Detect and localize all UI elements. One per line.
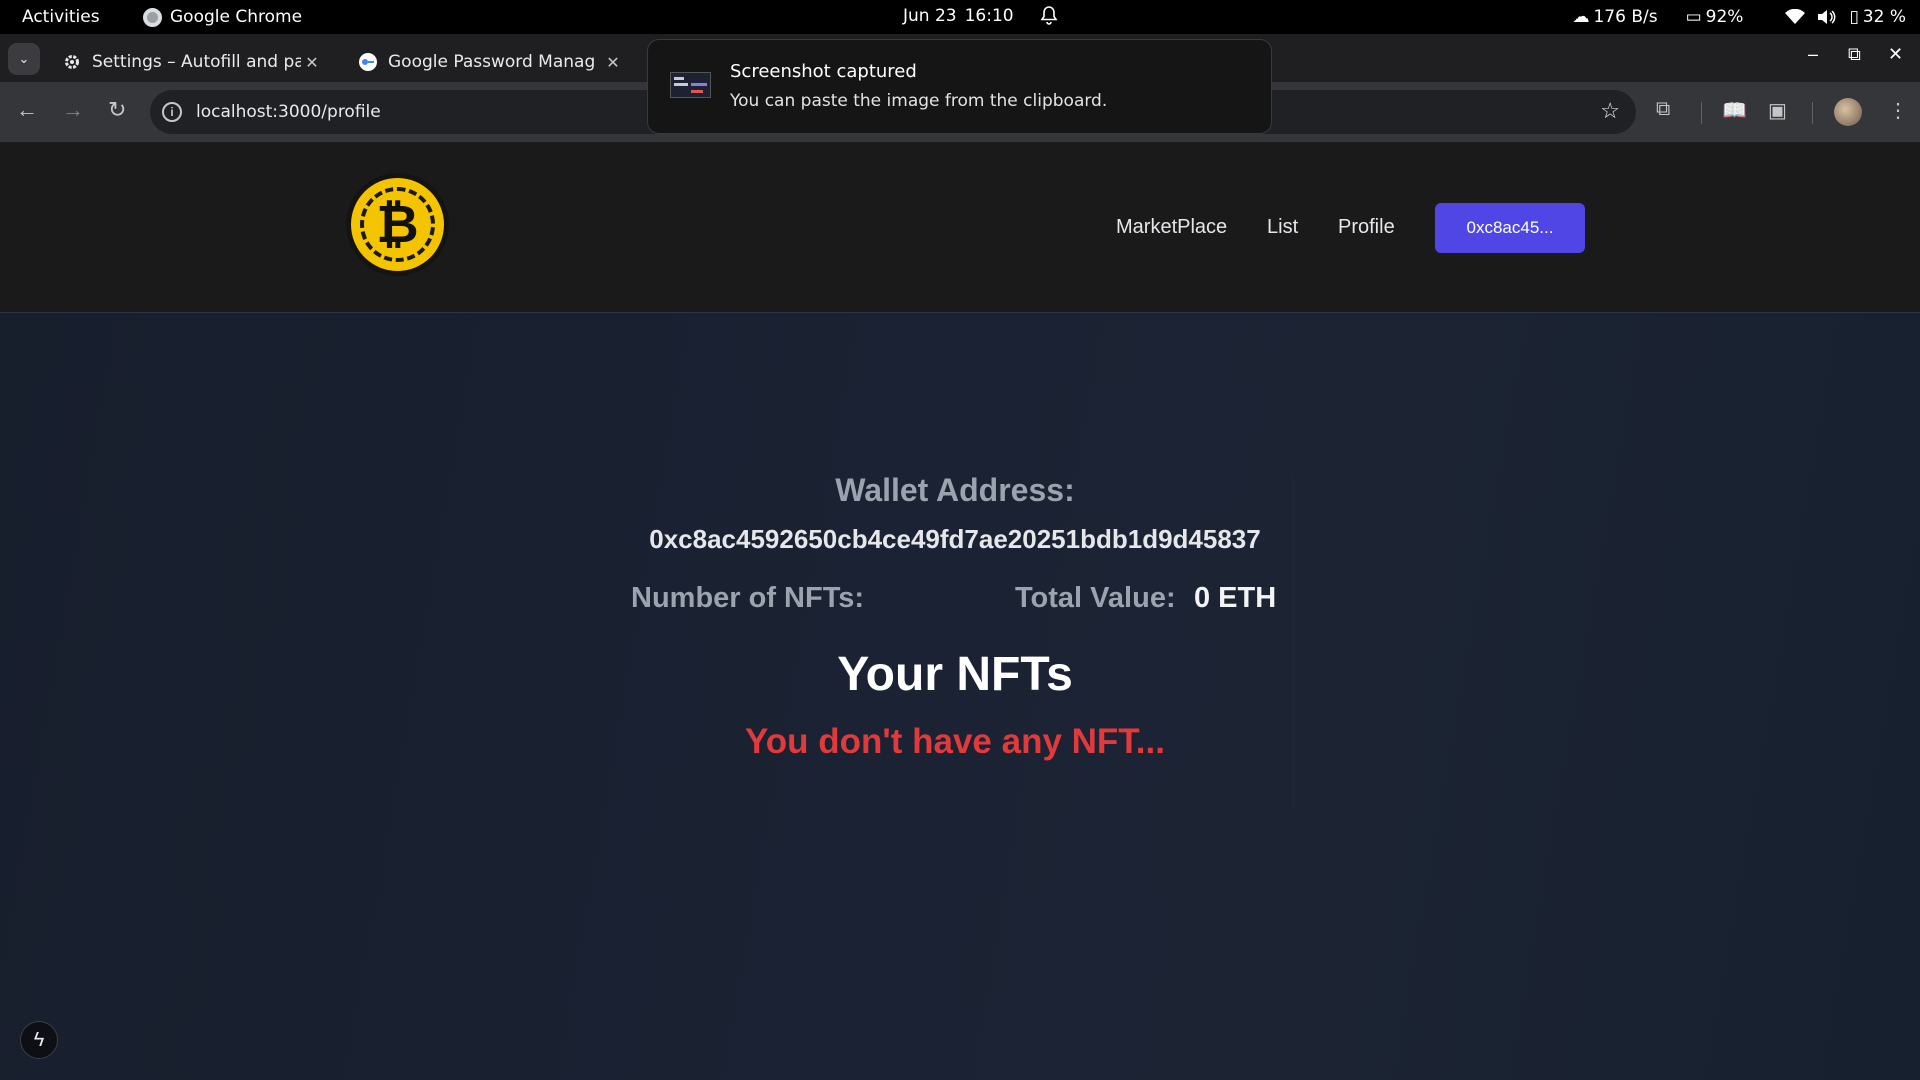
clock[interactable]: Jun 23 16:10	[903, 6, 1014, 26]
system-top-bar: Activities Google Chrome Jun 23 16:10 ☁ …	[0, 0, 1920, 34]
total-value: 0 ETH	[1194, 582, 1277, 614]
wallet-address-label: Wallet Address:	[835, 472, 1075, 508]
notification-body: You can paste the image from the clipboa…	[730, 91, 1108, 111]
bitcoin-logo-icon[interactable]: ₿	[346, 173, 449, 276]
cloud-upload-icon: ☁	[1572, 7, 1590, 27]
lightning-bolt-icon[interactable]: ϟ	[20, 1021, 58, 1059]
notification-bell-icon[interactable]	[1040, 6, 1058, 31]
time-text: 16:10	[964, 6, 1014, 26]
logo-symbol: ₿	[360, 187, 435, 262]
site-header: ₿ MarketPlace List Profile 0xc8ac45...	[0, 142, 1920, 313]
no-nft-message: You don't have any NFT...	[745, 722, 1165, 761]
memory-icon: ▭	[1685, 7, 1702, 27]
side-panel-icon[interactable]: ▣	[1768, 98, 1787, 123]
bookmark-star-icon[interactable]: ☆	[1600, 98, 1620, 124]
network-speed: ☁ 176 B/s	[1572, 7, 1658, 27]
web-page: ₿ MarketPlace List Profile 0xc8ac45... W…	[0, 142, 1920, 1080]
logo-coin: ₿	[351, 178, 444, 271]
forward-icon[interactable]: →	[62, 98, 84, 122]
minimize-icon[interactable]: –	[1808, 44, 1818, 65]
reading-mode-icon[interactable]: 📖	[1722, 98, 1747, 123]
nft-count-label: Number of NFTs:	[631, 582, 864, 615]
battery-indicator: ▯ 32 %	[1849, 7, 1906, 27]
profile-avatar[interactable]	[1834, 98, 1862, 126]
wallet-connect-button[interactable]: 0xc8ac45...	[1435, 203, 1585, 253]
activities-button[interactable]: Activities	[22, 7, 100, 27]
toolbar-divider	[1701, 102, 1702, 124]
reload-icon[interactable]: ↻	[108, 98, 126, 122]
notification-title: Screenshot captured	[730, 61, 917, 82]
google-password-manager-icon	[358, 52, 378, 72]
nav-list[interactable]: List	[1267, 216, 1298, 239]
app-name: Google Chrome	[170, 7, 303, 27]
nft-count-label-text: Number of NFTs:	[631, 582, 865, 614]
extensions-icon[interactable]: ⧉	[1656, 98, 1670, 121]
toolbar-divider	[1812, 102, 1813, 124]
url-text[interactable]: localhost:3000/profile	[196, 102, 381, 122]
more-menu-icon[interactable]: ⋮	[1888, 98, 1908, 123]
volume-icon	[1817, 9, 1837, 25]
screenshot-notification[interactable]: Screenshot captured You can paste the im…	[647, 39, 1272, 134]
wifi-icon	[1785, 9, 1806, 25]
battery-icon: ▯	[1849, 7, 1859, 27]
close-tab-icon[interactable]: ✕	[301, 53, 323, 72]
nav-marketplace[interactable]: MarketPlace	[1116, 216, 1227, 239]
restore-icon[interactable]: ⧉	[1848, 44, 1861, 65]
nav-profile[interactable]: Profile	[1338, 216, 1395, 239]
tab-title: Settings – Autofill and pa	[92, 52, 301, 72]
your-nfts-heading: Your NFTs	[837, 648, 1073, 701]
app-menu[interactable]: Google Chrome	[143, 7, 302, 27]
wallet-address-value: 0xc8ac4592650cb4ce49fd7ae20251bdb1d9d458…	[649, 524, 1261, 554]
site-info-icon[interactable]: i	[162, 102, 182, 122]
tab-settings[interactable]: Settings – Autofill and pa ✕	[50, 42, 335, 82]
close-window-icon[interactable]: ✕	[1888, 44, 1903, 65]
back-icon[interactable]: ←	[16, 98, 38, 122]
content-divider	[1292, 476, 1294, 808]
tab-title: Google Password Manag	[388, 52, 596, 72]
tab-password-manager[interactable]: Google Password Manag ✕	[346, 42, 636, 82]
total-value-label: Total Value:	[1015, 582, 1176, 614]
system-status-area[interactable]: ☁ 176 B/s ▭ 92% ▯ 32 %	[1572, 7, 1906, 27]
close-tab-icon[interactable]: ✕	[602, 53, 624, 72]
tab-search-button[interactable]: ⌄	[8, 43, 40, 75]
memory-indicator: ▭ 92%	[1685, 7, 1744, 27]
gear-icon	[62, 52, 82, 72]
screenshot-thumbnail	[670, 72, 711, 98]
chrome-icon	[143, 7, 162, 27]
date-text: Jun 23	[903, 6, 957, 26]
